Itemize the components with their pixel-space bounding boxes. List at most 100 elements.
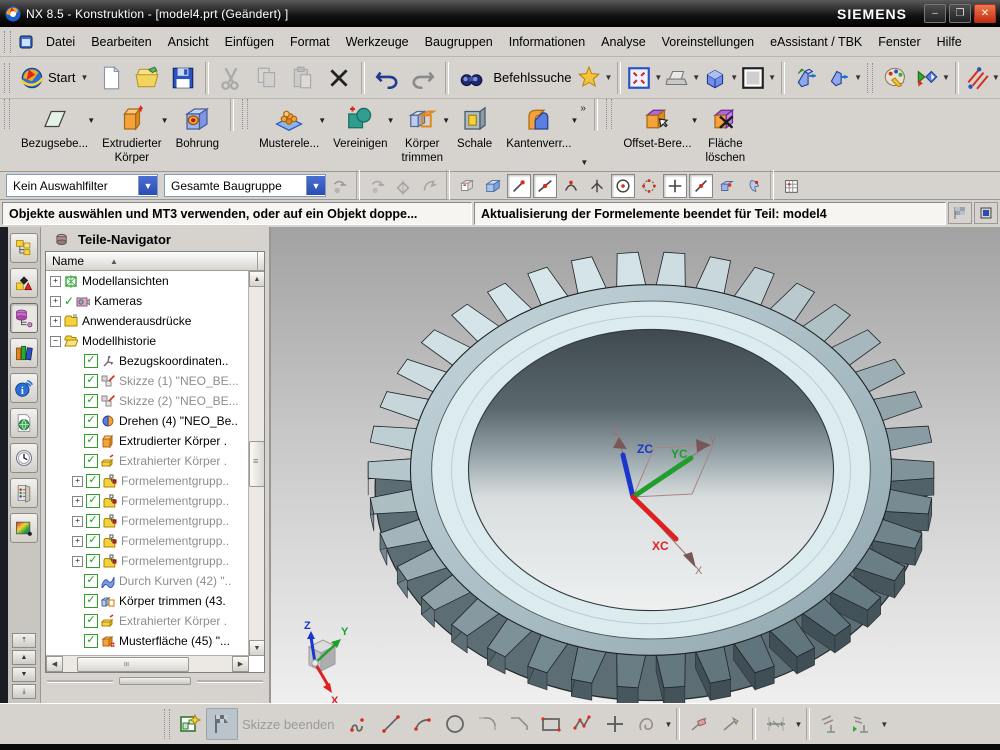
undo-button[interactable] — [369, 60, 405, 96]
menu-analyse[interactable]: Analyse — [593, 31, 653, 53]
datum-plane-button[interactable]: ▼Bezugsebe... — [14, 99, 95, 171]
snap-quadrant[interactable] — [637, 174, 661, 198]
expand-icon[interactable]: + — [72, 536, 83, 547]
checkbox-checked[interactable]: ✓ — [86, 554, 100, 568]
column-divider[interactable] — [257, 252, 258, 270]
toolbar-grip[interactable] — [867, 63, 873, 93]
shaded-view-button[interactable]: ▼ — [701, 60, 739, 96]
expand-icon[interactable]: + — [72, 496, 83, 507]
tree-row[interactable]: ✓Skizze (1) "NEO_BE... — [46, 371, 249, 391]
scroll-top-button[interactable]: ⤒ — [12, 633, 36, 648]
dropdown-arrow-icon[interactable]: ▼ — [691, 116, 699, 125]
visualize-button[interactable]: ▼ — [913, 60, 951, 96]
studio-spline-button[interactable] — [567, 708, 599, 740]
checkbox-checked[interactable]: ✓ — [84, 574, 98, 588]
snap-on-surface-icon[interactable] — [741, 174, 765, 198]
menu-datei[interactable]: Datei — [38, 31, 83, 53]
dropdown-arrow-icon[interactable]: ▼ — [880, 720, 888, 729]
display-mode-button[interactable]: ▼ — [663, 60, 701, 96]
expand-icon[interactable]: + — [72, 516, 83, 527]
checkbox-checked[interactable]: ✓ — [86, 514, 100, 528]
quick-extend-button[interactable] — [716, 708, 748, 740]
checkbox-checked[interactable]: ✓ — [84, 354, 98, 368]
grid-snap-icon[interactable] — [779, 174, 803, 198]
menu-voreinstellungen[interactable]: Voreinstellungen — [654, 31, 762, 53]
checkbox-checked[interactable]: ✓ — [84, 394, 98, 408]
offset-region-button[interactable]: ▼Offset-Bere... — [616, 99, 698, 171]
tree-row[interactable]: +✓Kameras — [46, 291, 249, 311]
menu-einf-gen[interactable]: Einfügen — [217, 31, 282, 53]
find-component-icon[interactable] — [327, 174, 351, 198]
constraint-navigator-tab[interactable] — [10, 268, 38, 298]
delete-button[interactable] — [321, 60, 357, 96]
tree-row[interactable]: −Modellhistorie — [46, 331, 249, 351]
panel-splitter[interactable] — [47, 677, 263, 685]
graphics-viewport[interactable]: ZZCYCYXCXZYX — [271, 227, 1000, 703]
unite-button[interactable]: ▼Vereinigen — [326, 99, 394, 171]
maximize-button[interactable]: ❐ — [949, 4, 971, 23]
part-navigator-tab[interactable] — [10, 303, 38, 333]
reuse-library-tab[interactable] — [10, 338, 38, 368]
redo-button[interactable] — [405, 60, 441, 96]
role-palette-button[interactable] — [877, 60, 913, 96]
hd3d-tools-tab[interactable]: i — [10, 373, 38, 403]
roles-tab[interactable] — [10, 513, 38, 543]
point-button[interactable] — [599, 708, 631, 740]
menu-ansicht[interactable]: Ansicht — [160, 31, 217, 53]
background-button[interactable]: ▼ — [739, 60, 777, 96]
line-button[interactable] — [375, 708, 407, 740]
scroll-right-icon[interactable]: ▶ — [232, 656, 249, 672]
tree-row[interactable]: ✓Drehen (4) "NEO_Be.. — [46, 411, 249, 431]
dropdown-arrow-icon[interactable]: ▼ — [87, 116, 95, 125]
expand-icon[interactable]: + — [50, 316, 61, 327]
tree-row[interactable]: ✓Körper trimmen (43. — [46, 591, 249, 611]
tree-row[interactable]: ✓Extrudierter Körper . — [46, 431, 249, 451]
scroll-up-button[interactable]: ▲ — [12, 650, 36, 665]
fillet-button[interactable] — [471, 708, 503, 740]
scroll-down-button[interactable]: ▼ — [12, 667, 36, 682]
show-hide-icon[interactable] — [455, 174, 479, 198]
tree-row[interactable]: ✓Skizze (2) "NEO_BE... — [46, 391, 249, 411]
expand-icon[interactable]: + — [72, 556, 83, 567]
menu-informationen[interactable]: Informationen — [501, 31, 593, 53]
menubar-grip[interactable] — [4, 31, 11, 53]
pattern-feature-button[interactable]: ▼Musterele... — [252, 99, 326, 171]
scroll-left-icon[interactable]: ◀ — [46, 656, 63, 672]
menu-format[interactable]: Format — [282, 31, 338, 53]
checkbox-checked[interactable]: ✓ — [86, 474, 100, 488]
sketch-task-button[interactable] — [174, 708, 206, 740]
tree-row[interactable]: +Anwenderausdrücke — [46, 311, 249, 331]
chamfer-button[interactable] — [503, 708, 535, 740]
finish-sketch-button[interactable] — [206, 708, 238, 740]
dropdown-arrow-icon[interactable]: ▼ — [161, 116, 169, 125]
snap-intersection[interactable] — [585, 174, 609, 198]
checkbox-checked[interactable]: ✓ — [84, 454, 98, 468]
extrude-button[interactable]: ▼Extrudierter Körper — [95, 99, 168, 171]
dropdown-arrow-icon[interactable]: ▼ — [571, 116, 579, 125]
tree-row[interactable]: +Modellansichten — [46, 271, 249, 291]
snap-control-point[interactable] — [559, 174, 583, 198]
selection-filter-combo[interactable]: Kein Auswahlfilter ▼ — [6, 174, 158, 197]
checkbox-checked[interactable]: ✓ — [84, 374, 98, 388]
paste-button[interactable] — [285, 60, 321, 96]
close-button[interactable]: ✕ — [974, 4, 996, 23]
profile-button[interactable] — [343, 708, 375, 740]
selection-scope-combo[interactable]: Gesamte Baugruppe ▼ — [164, 174, 326, 197]
menu-hilfe[interactable]: Hilfe — [929, 31, 970, 53]
expand-icon[interactable]: + — [50, 276, 61, 287]
touch-mode-button[interactable]: ▼ — [575, 60, 613, 96]
tree-row[interactable]: ✓Extrahierter Körper . — [46, 451, 249, 471]
sketch-flag-icon[interactable] — [948, 202, 972, 224]
tree-row[interactable]: +✓Formelementgrupp.. — [46, 491, 249, 511]
circle-button[interactable] — [439, 708, 471, 740]
delete-face-button[interactable]: Fläche löschen — [699, 99, 753, 171]
offset-curve-button[interactable] — [631, 708, 663, 740]
rectangle-button[interactable] — [535, 708, 567, 740]
snap-existing-point[interactable] — [663, 174, 687, 198]
scroll-up-icon[interactable]: ▲ — [249, 271, 265, 287]
tree-row[interactable]: ✓Musterfläche (45) "... — [46, 631, 249, 651]
checkbox-checked[interactable]: ✓ — [86, 534, 100, 548]
inferred-dimension-button[interactable] — [760, 708, 792, 740]
toolbar-grip[interactable] — [4, 99, 10, 129]
checkbox-checked[interactable]: ✓ — [86, 494, 100, 508]
